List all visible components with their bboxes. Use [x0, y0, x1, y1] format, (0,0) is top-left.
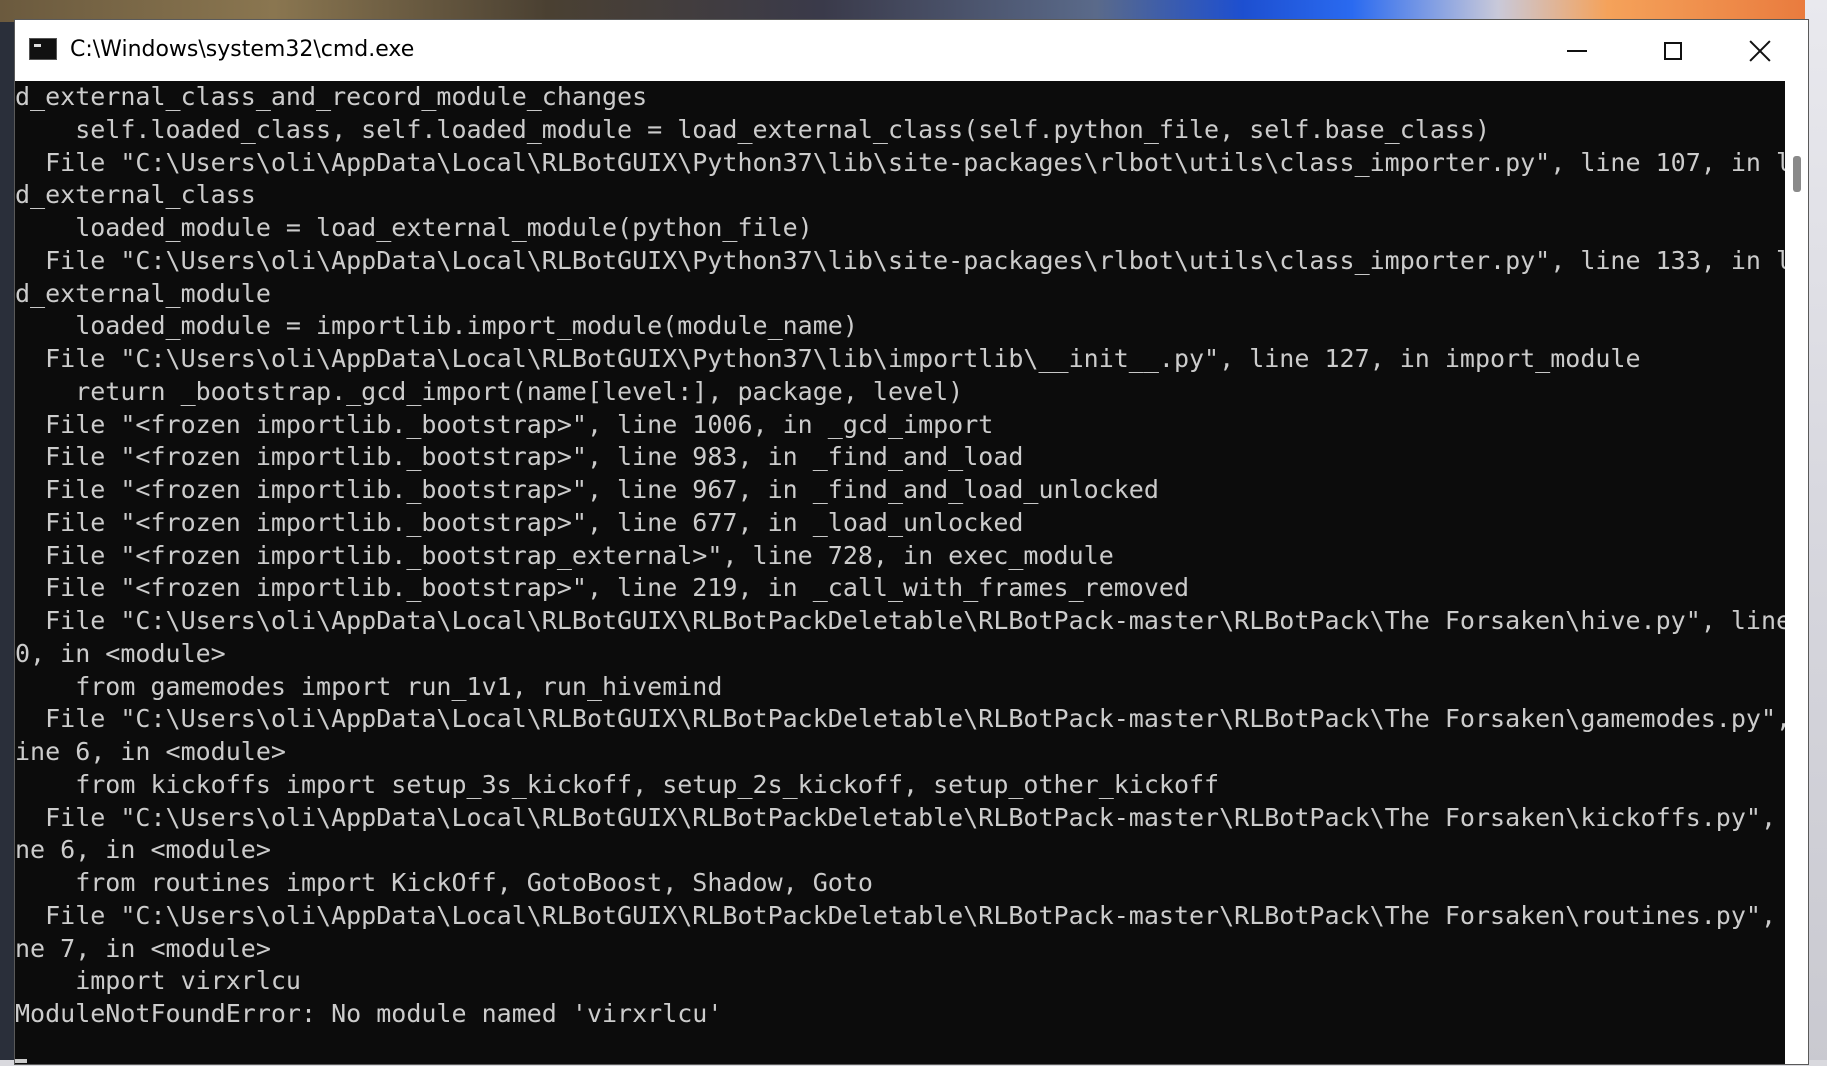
console-line: self.loaded_class, self.loaded_module = … — [15, 114, 1491, 144]
console-line: File "C:\Users\oli\AppData\Local\RLBotGU… — [15, 802, 1785, 832]
console-line: from routines import KickOff, GotoBoost,… — [15, 868, 873, 897]
console-line: File "C:\Users\oli\AppData\Local\RLBotGU… — [15, 704, 1785, 734]
console-line: File "C:\Users\oli\AppData\Local\RLBotGU… — [15, 344, 1641, 373]
console-line: File "<frozen importlib._bootstrap>", li… — [15, 475, 1159, 504]
scrollbar-thumb[interactable] — [1793, 156, 1801, 192]
console-line: File "<frozen importlib._bootstrap>", li… — [15, 507, 1024, 537]
minimize-icon — [1567, 49, 1587, 52]
console-line: loaded_module = load_external_module(pyt… — [15, 213, 813, 242]
console-app-icon[interactable] — [29, 38, 57, 60]
console-line: d_external_class_and_record_module_chang… — [15, 82, 648, 111]
console-line: ModuleNotFoundError: No module named 'vi… — [15, 999, 723, 1028]
close-button[interactable] — [1712, 20, 1808, 81]
console-line: return _bootstrap._gcd_import(name[level… — [15, 376, 964, 406]
text-cursor — [15, 1059, 27, 1063]
console-line: File "<frozen importlib._bootstrap>", li… — [15, 409, 994, 439]
minimize-button[interactable] — [1529, 20, 1625, 81]
desktop-background-top — [0, 0, 1827, 22]
console-line: loaded_module = importlib.import_module(… — [15, 311, 858, 341]
console-line: File "<frozen importlib._bootstrap_exter… — [15, 540, 1114, 570]
window-title: C:\Windows\system32\cmd.exe — [70, 37, 415, 62]
console-line: File "C:\Users\oli\AppData\Local\RLBotGU… — [15, 606, 1785, 635]
console-line: 0, in <module> — [15, 638, 226, 668]
console-line: from kickoffs import setup_3s_kickoff, s… — [15, 769, 1220, 799]
console-line: File "<frozen importlib._bootstrap>", li… — [15, 573, 1189, 603]
console-line: d_external_class — [15, 180, 256, 210]
console-output[interactable]: d_external_class_and_record_module_chang… — [15, 81, 1785, 1064]
cmd-window[interactable]: C:\Windows\system32\cmd.exe d_external_c… — [15, 20, 1808, 1064]
maximize-button[interactable] — [1625, 20, 1721, 81]
console-line: File "<frozen importlib._bootstrap>", li… — [15, 442, 1024, 472]
console-line: from gamemodes import run_1v1, run_hivem… — [15, 671, 723, 701]
console-line: File "C:\Users\oli\AppData\Local\RLBotGU… — [15, 900, 1785, 930]
console-line: ne 7, in <module> — [15, 933, 271, 963]
console-line: import virxrlcu — [15, 966, 301, 996]
console-line: d_external_module — [15, 278, 271, 308]
close-icon — [1748, 39, 1772, 63]
title-bar[interactable]: C:\Windows\system32\cmd.exe — [15, 20, 1808, 81]
maximize-icon — [1664, 41, 1682, 60]
desktop-background-right — [1805, 0, 1827, 1066]
vertical-scrollbar[interactable] — [1785, 81, 1808, 1064]
console-line: File "C:\Users\oli\AppData\Local\RLBotGU… — [15, 245, 1785, 275]
console-line: File "C:\Users\oli\AppData\Local\RLBotGU… — [15, 147, 1785, 177]
console-lines: d_external_class_and_record_module_chang… — [15, 81, 1785, 1031]
console-line: ne 6, in <module> — [15, 835, 271, 865]
console-line: ine 6, in <module> — [15, 737, 286, 766]
